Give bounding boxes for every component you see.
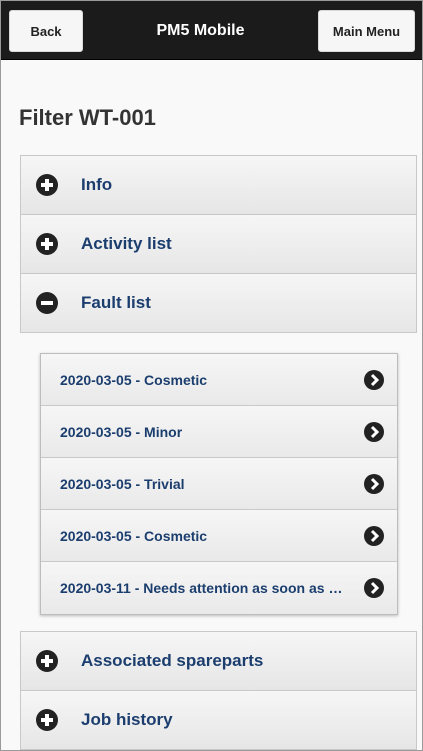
section-associated-spareparts[interactable]: Associated spareparts bbox=[20, 631, 417, 691]
section-activity-list[interactable]: Activity list bbox=[20, 214, 417, 274]
fault-list-item[interactable]: 2020-03-05 - Minor bbox=[41, 406, 397, 458]
plus-circle-icon bbox=[36, 174, 58, 196]
fault-list-item[interactable]: 2020-03-05 - Trivial bbox=[41, 458, 397, 510]
section-info[interactable]: Info bbox=[20, 155, 417, 215]
plus-circle-icon bbox=[36, 709, 58, 731]
main-menu-button[interactable]: Main Menu bbox=[318, 10, 415, 52]
plus-circle-icon bbox=[36, 650, 58, 672]
fault-list-item[interactable]: 2020-03-11 - Needs attention as soon as … bbox=[41, 562, 397, 614]
section-info-label: Info bbox=[81, 175, 113, 194]
fault-list-item[interactable]: 2020-03-05 - Cosmetic bbox=[41, 510, 397, 562]
chevron-right-icon bbox=[364, 578, 384, 598]
section-job-history-label: Job history bbox=[81, 710, 173, 729]
chevron-right-icon bbox=[364, 525, 384, 546]
plus-circle-icon bbox=[36, 233, 58, 255]
fault-list-item[interactable]: 2020-03-05 - Cosmetic bbox=[41, 354, 397, 406]
section-associated-spareparts-label: Associated spareparts bbox=[81, 651, 264, 670]
page-title: Filter WT-001 bbox=[19, 105, 156, 130]
fault-list: 2020-03-05 - Cosmetic 2020-03-05 - Minor… bbox=[40, 353, 398, 615]
header-bar: Back PM5 Mobile Main Menu bbox=[1, 1, 422, 60]
chevron-right-icon bbox=[364, 473, 384, 494]
fault-item-label: 2020-03-05 - Trivial bbox=[60, 475, 185, 492]
app-title: PM5 Mobile bbox=[156, 21, 245, 39]
back-button[interactable]: Back bbox=[9, 10, 83, 52]
section-job-history[interactable]: Job history bbox=[20, 690, 417, 750]
chevron-right-icon bbox=[364, 369, 384, 390]
section-activity-list-label: Activity list bbox=[81, 234, 172, 253]
fault-item-label: 2020-03-11 - Needs attention as soon as … bbox=[60, 580, 350, 596]
minus-circle-icon bbox=[36, 292, 58, 314]
section-fault-list-label: Fault list bbox=[81, 293, 151, 312]
chevron-right-icon bbox=[364, 421, 384, 442]
fault-item-label: 2020-03-05 - Minor bbox=[60, 423, 183, 440]
app-frame: Back PM5 Mobile Main Menu Filter WT-001 … bbox=[0, 0, 423, 751]
fault-item-label: 2020-03-05 - Cosmetic bbox=[60, 371, 208, 388]
section-fault-list[interactable]: Fault list bbox=[20, 273, 417, 333]
fault-item-label: 2020-03-05 - Cosmetic bbox=[60, 527, 208, 544]
